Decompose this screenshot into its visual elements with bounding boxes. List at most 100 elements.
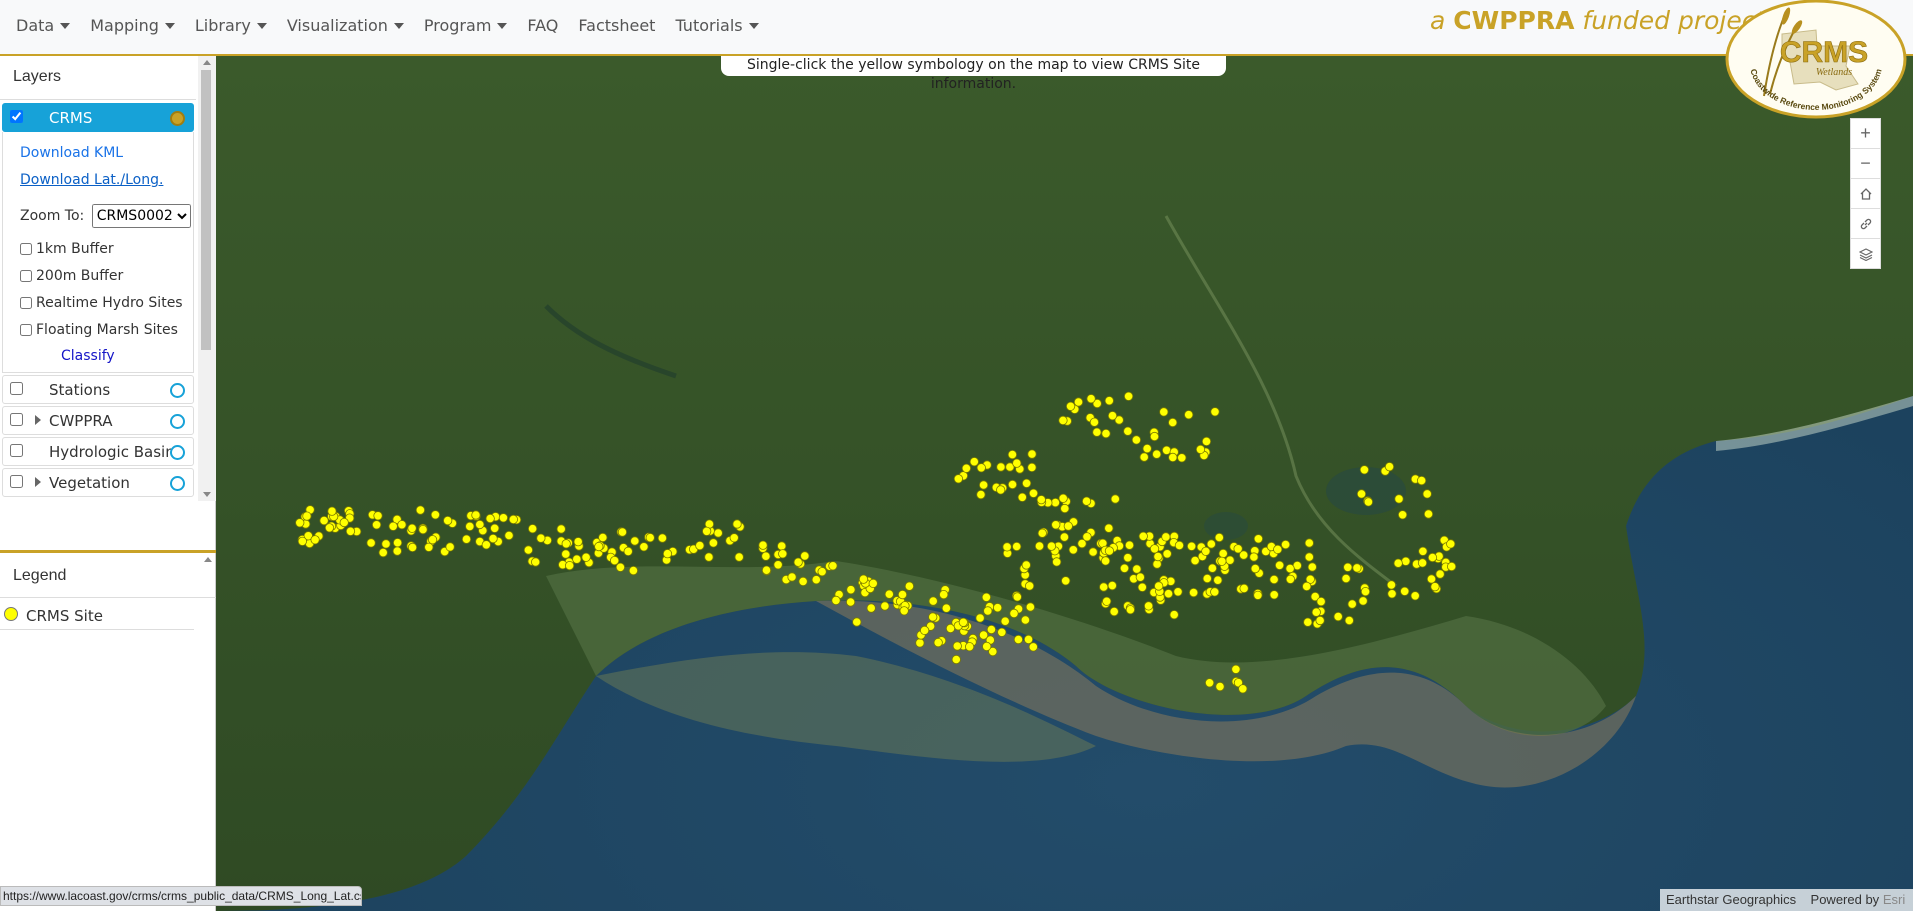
crms-site-marker[interactable]	[964, 642, 975, 652]
crms-site-marker[interactable]	[884, 589, 894, 599]
crms-site-marker[interactable]	[1168, 452, 1178, 462]
crms-site-marker[interactable]	[1024, 581, 1035, 591]
crms-site-marker[interactable]	[536, 533, 546, 543]
crms-site-marker[interactable]	[1046, 541, 1057, 551]
crms-site-marker[interactable]	[1086, 394, 1096, 404]
crms-site-marker[interactable]	[1352, 563, 1362, 573]
crms-site-marker[interactable]	[761, 565, 772, 575]
crms-site-marker[interactable]	[1119, 563, 1130, 573]
crms-site-marker[interactable]	[327, 506, 337, 516]
scroll-down-icon[interactable]	[203, 492, 211, 497]
layer-cwppra-checkbox[interactable]	[10, 413, 23, 426]
crms-site-marker[interactable]	[978, 630, 989, 640]
expand-arrow-icon[interactable]	[35, 415, 41, 425]
crms-site-marker[interactable]	[800, 551, 810, 561]
crms-site-marker[interactable]	[798, 576, 808, 587]
layer-vegetation[interactable]: Vegetation	[2, 468, 194, 497]
crms-site-marker[interactable]	[1435, 569, 1445, 579]
crms-site-marker[interactable]	[1307, 562, 1317, 572]
home-button[interactable]	[1850, 178, 1881, 209]
crms-site-marker[interactable]	[1269, 574, 1279, 585]
crms-site-marker[interactable]	[1394, 494, 1404, 504]
crms-site-marker[interactable]	[1285, 574, 1296, 584]
crms-site-marker[interactable]	[1162, 549, 1172, 559]
collapse-icon[interactable]	[204, 557, 212, 562]
crms-site-marker[interactable]	[1068, 545, 1078, 555]
crms-site-marker[interactable]	[445, 542, 455, 552]
crms-site-marker[interactable]	[915, 638, 925, 648]
crms-site-marker[interactable]	[1393, 558, 1403, 568]
layer-stations[interactable]: Stations	[2, 375, 194, 404]
crms-site-marker[interactable]	[1218, 548, 1228, 559]
crms-site-marker[interactable]	[1333, 611, 1343, 622]
crms-site-marker[interactable]	[657, 533, 667, 543]
crms-site-marker[interactable]	[1063, 521, 1073, 531]
crms-site-marker[interactable]	[1065, 401, 1076, 411]
crms-site-marker[interactable]	[1025, 602, 1036, 612]
crms-site-marker[interactable]	[941, 603, 952, 613]
crms-site-marker[interactable]	[1269, 590, 1279, 600]
crms-site-marker[interactable]	[1225, 555, 1235, 565]
crms-site-marker[interactable]	[345, 526, 356, 536]
crms-site-marker[interactable]	[324, 523, 335, 533]
crms-site-marker[interactable]	[866, 603, 876, 613]
crms-site-marker[interactable]	[1139, 452, 1149, 462]
crms-site-marker[interactable]	[997, 627, 1007, 637]
crms-site-marker[interactable]	[662, 549, 673, 559]
crms-site-marker[interactable]	[969, 457, 979, 467]
crms-site-marker[interactable]	[1426, 574, 1437, 584]
download-latlong-link[interactable]: Download Lat./Long.	[20, 172, 163, 188]
crms-site-marker[interactable]	[978, 480, 989, 490]
crms-site-marker[interactable]	[388, 521, 398, 531]
crms-site-marker[interactable]	[1231, 664, 1241, 674]
crms-site-marker[interactable]	[1316, 596, 1326, 607]
crms-site-marker[interactable]	[615, 562, 625, 572]
crms-site-marker[interactable]	[366, 538, 376, 548]
crms-site-marker[interactable]	[1188, 587, 1199, 598]
crms-site-marker[interactable]	[1311, 607, 1321, 617]
crms-site-marker[interactable]	[1104, 546, 1115, 556]
crms-site-marker[interactable]	[488, 533, 498, 544]
crms-site-marker[interactable]	[393, 538, 403, 548]
crms-site-marker[interactable]	[561, 539, 571, 549]
crms-site-marker[interactable]	[471, 510, 481, 520]
crms-site-marker[interactable]	[1027, 462, 1037, 472]
crms-site-marker[interactable]	[504, 530, 514, 541]
crms-site-marker[interactable]	[981, 592, 992, 602]
crms-site-marker[interactable]	[1417, 558, 1428, 568]
crms-site-marker[interactable]	[1174, 540, 1185, 550]
crms-site-marker[interactable]	[319, 515, 329, 526]
crms-site-marker[interactable]	[953, 474, 964, 484]
crms-site-marker[interactable]	[761, 551, 771, 561]
crms-site-marker[interactable]	[1215, 681, 1225, 692]
crms-site-marker[interactable]	[581, 552, 591, 562]
crms-site-marker[interactable]	[475, 519, 485, 530]
crms-site-marker[interactable]	[1285, 563, 1295, 574]
crms-logo[interactable]: CRMS Wetlands Coastwide Reference Monito…	[1724, 0, 1908, 120]
crms-site-marker[interactable]	[1304, 552, 1314, 562]
crms-site-marker[interactable]	[1206, 539, 1216, 549]
crms-site-marker[interactable]	[498, 513, 508, 523]
crms-site-marker[interactable]	[397, 520, 407, 530]
crms-site-marker[interactable]	[1163, 589, 1174, 599]
crms-site-marker[interactable]	[1110, 494, 1120, 504]
crms-site-marker[interactable]	[428, 535, 438, 545]
crms-site-marker[interactable]	[1153, 551, 1163, 562]
crms-site-marker[interactable]	[645, 533, 655, 543]
crms-site-marker[interactable]	[1201, 546, 1211, 556]
crms-site-marker[interactable]	[1427, 552, 1438, 563]
crms-site-marker[interactable]	[758, 540, 768, 550]
crms-site-marker[interactable]	[787, 572, 797, 582]
crms-site-marker[interactable]	[713, 528, 723, 538]
esri-link[interactable]: Esri	[1883, 892, 1905, 907]
crms-site-marker[interactable]	[778, 549, 788, 559]
crms-site-marker[interactable]	[939, 589, 949, 600]
crms-site-marker[interactable]	[1359, 465, 1370, 475]
crms-site-marker[interactable]	[1159, 407, 1169, 417]
crms-site-marker[interactable]	[1363, 497, 1374, 507]
crms-site-marker[interactable]	[630, 536, 640, 546]
crms-site-marker[interactable]	[1250, 563, 1260, 574]
crms-site-marker[interactable]	[1104, 396, 1114, 406]
buffer-1km-checkbox[interactable]	[20, 243, 32, 255]
crms-site-marker[interactable]	[958, 617, 968, 627]
